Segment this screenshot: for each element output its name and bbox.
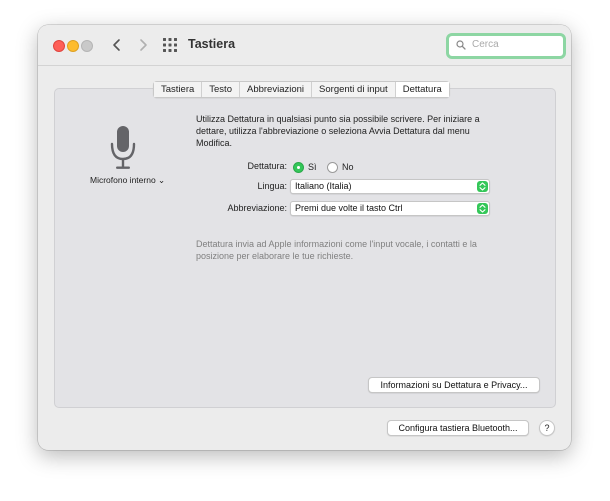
dictation-description: Utilizza Dettatura in qualsiasi punto si… [196,114,480,148]
search-icon [456,40,466,53]
close-button[interactable] [53,40,65,52]
minimize-button[interactable] [67,40,79,52]
language-label: Lingua: [257,181,287,191]
tab-bar: Tastiera Testo Abbreviazioni Sorgenti di… [153,81,450,98]
shortcut-value: Premi due volte il tasto Ctrl [295,203,403,213]
language-popup[interactable]: Italiano (Italia) [290,179,490,194]
dictation-off-label[interactable]: No [342,162,354,172]
tab-tastiera[interactable]: Tastiera [154,82,203,97]
search-placeholder: Cerca [472,39,499,50]
search-field[interactable]: Cerca [446,33,566,59]
privacy-note: Dettatura invia ad Apple informazioni co… [196,239,477,261]
dictation-off-radio[interactable] [327,162,338,173]
dictation-label: Dettatura: [247,161,287,171]
language-value: Italiano (Italia) [295,181,352,191]
back-arrow-icon[interactable] [108,36,126,54]
dictation-on-radio[interactable] [293,162,304,173]
dictation-privacy-button[interactable]: Informazioni su Dettatura e Privacy... [368,377,540,393]
tab-dettatura[interactable]: Dettatura [395,82,449,97]
grid-icon[interactable] [163,38,177,52]
preferences-window: Tastiera Cerca Tastiera Testo Abbreviazi… [38,25,571,450]
shortcut-popup[interactable]: Premi due volte il tasto Ctrl [290,201,490,216]
help-button[interactable]: ? [539,420,555,436]
shortcut-label: Abbreviazione: [227,203,287,213]
stepper-arrows-icon [477,203,488,214]
dictation-on-label[interactable]: Sì [308,162,317,172]
microphone-source-menu[interactable]: Microfono interno ⌄ [90,175,170,186]
microphone-icon [110,126,136,171]
tab-sorgenti-di-input[interactable]: Sorgenti di input [312,82,396,97]
bluetooth-keyboard-button[interactable]: Configura tastiera Bluetooth... [387,420,529,436]
tab-abbreviazioni[interactable]: Abbreviazioni [239,82,313,97]
zoom-button[interactable] [81,40,93,52]
window-title: Tastiera [188,37,236,51]
title-bar: Tastiera Cerca [38,25,571,66]
forward-arrow-icon[interactable] [134,36,152,54]
tab-testo[interactable]: Testo [202,82,240,97]
stepper-arrows-icon [477,181,488,192]
